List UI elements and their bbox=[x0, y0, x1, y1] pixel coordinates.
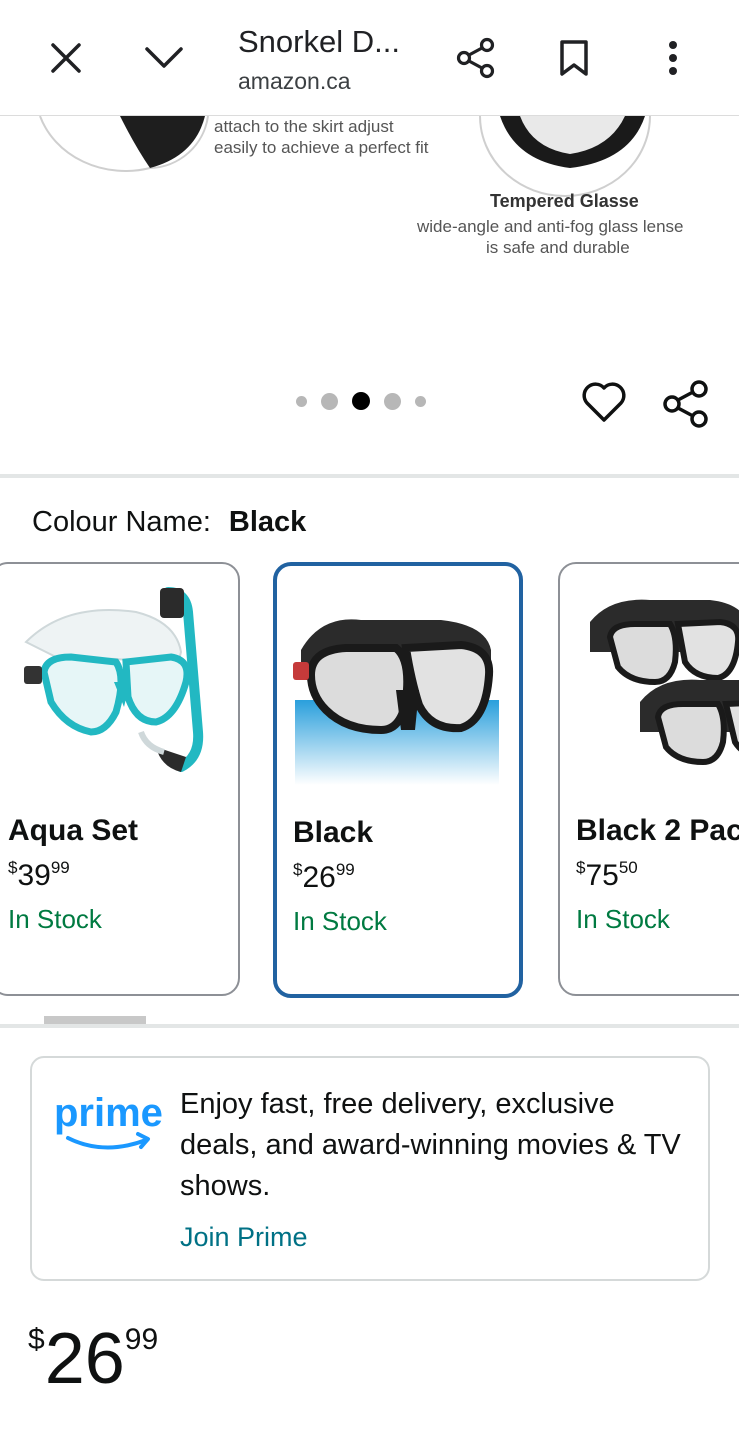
product-thumbnail bbox=[590, 599, 739, 766]
pagination-dot-active[interactable] bbox=[352, 392, 370, 410]
swatch-stock-status: In Stock bbox=[576, 904, 670, 934]
more-options-icon[interactable] bbox=[645, 30, 701, 86]
swatch-price: $3999 bbox=[8, 858, 70, 892]
svg-text:prime: prime bbox=[54, 1091, 163, 1135]
feature-right-title: Tempered Glasse bbox=[490, 191, 639, 211]
join-prime-link[interactable]: Join Prime bbox=[180, 1222, 308, 1253]
prime-promo-card: prime Enjoy fast, free delivery, exclusi… bbox=[30, 1056, 710, 1281]
swatch-scroll-indicator bbox=[44, 1016, 146, 1024]
colour-name-value: Black bbox=[228, 506, 307, 538]
chevron-down-icon[interactable] bbox=[136, 30, 192, 86]
swatch-name: Black bbox=[293, 816, 374, 849]
swatch-stock-status: In Stock bbox=[293, 906, 387, 936]
swatch-card-black-2-pack[interactable]: Black 2 Pack $7550 In Stock bbox=[558, 562, 739, 996]
pagination-dot[interactable] bbox=[415, 395, 426, 407]
colour-name-row: Colour Name: Black bbox=[32, 506, 306, 539]
feature-right-text-1: wide-angle and anti-fog glass lense bbox=[417, 217, 684, 236]
swatch-price: $7550 bbox=[576, 858, 638, 892]
colour-name-label: Colour Name: bbox=[32, 506, 211, 538]
feature-left-text: attach to the skirt adjust easily to ach… bbox=[214, 117, 429, 157]
swatch-stock-status: In Stock bbox=[8, 904, 102, 934]
page-url: amazon.ca bbox=[238, 68, 351, 94]
section-divider bbox=[0, 474, 739, 478]
prime-logo: prime bbox=[54, 1091, 163, 1150]
swatch-name: Black 2 Pack bbox=[576, 814, 739, 847]
swatch-card-aqua-set[interactable]: Aqua Set $3999 In Stock bbox=[0, 562, 240, 996]
prime-description: Enjoy fast, free delivery, exclusive dea… bbox=[180, 1088, 681, 1202]
swatch-name: Aqua Set bbox=[8, 814, 139, 847]
browser-top-bar: Snorkel D... amazon.ca bbox=[0, 0, 739, 116]
product-price: $2699 bbox=[28, 1319, 159, 1399]
share-icon[interactable] bbox=[448, 30, 504, 86]
swatch-price: $2699 bbox=[293, 860, 355, 894]
product-image-gallery[interactable]: attach to the skirt adjust easily to ach… bbox=[0, 116, 739, 476]
gallery-pagination-dots bbox=[296, 392, 440, 410]
heart-icon[interactable] bbox=[580, 378, 628, 426]
product-thumbnail bbox=[24, 587, 204, 772]
feature-right-text-2: is safe and durable bbox=[486, 238, 630, 257]
swatch-card-black[interactable]: Black $2699 In Stock bbox=[273, 562, 523, 998]
pagination-dot[interactable] bbox=[321, 392, 338, 410]
pagination-dot[interactable] bbox=[384, 392, 401, 410]
product-thumbnail bbox=[293, 619, 499, 785]
share-product-icon[interactable] bbox=[660, 378, 712, 430]
section-divider bbox=[0, 1024, 739, 1028]
bookmark-icon[interactable] bbox=[546, 30, 602, 86]
close-icon[interactable] bbox=[38, 30, 94, 86]
pagination-dot[interactable] bbox=[296, 395, 307, 407]
page-title: Snorkel D... bbox=[238, 24, 400, 59]
